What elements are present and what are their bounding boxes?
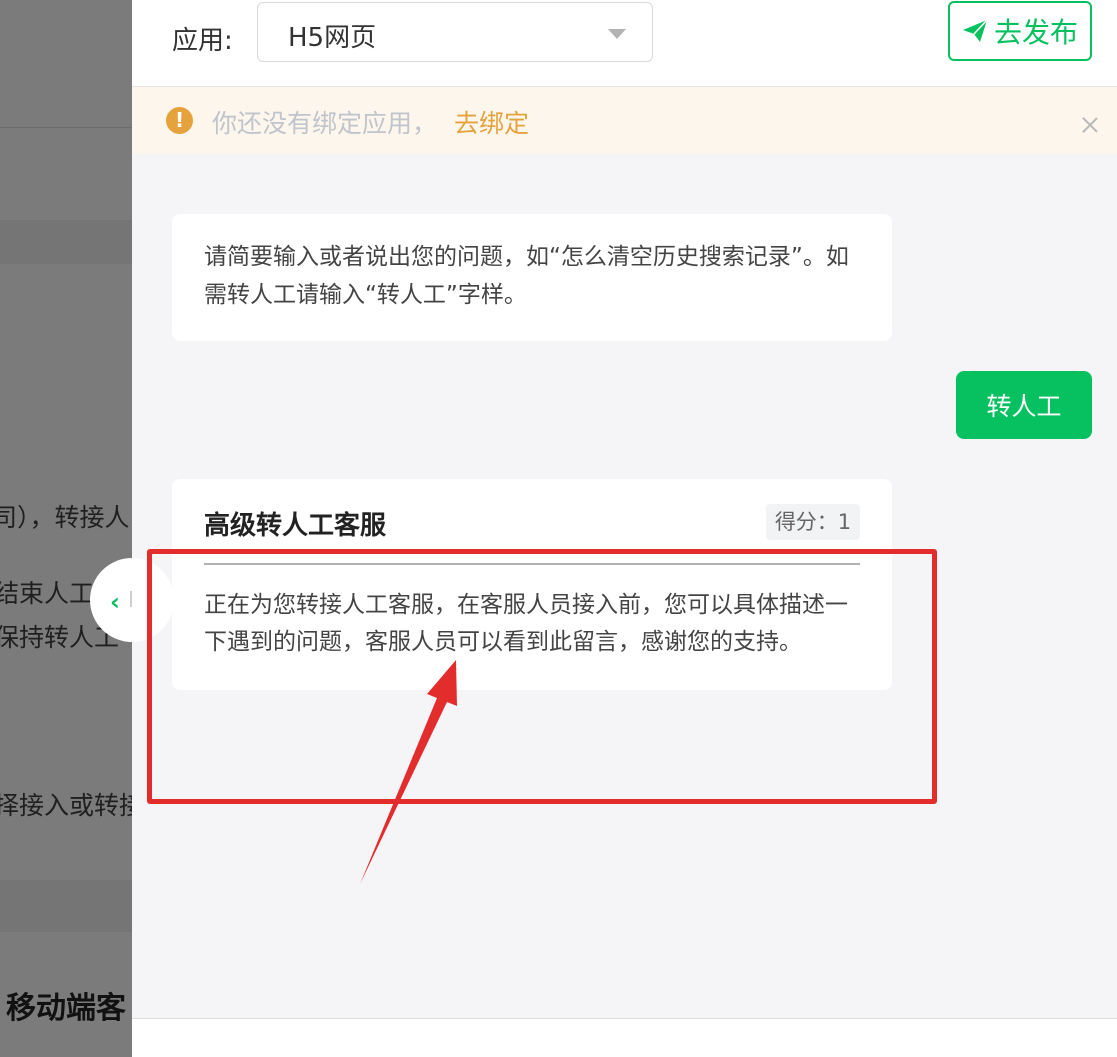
paper-plane-icon — [962, 19, 988, 42]
background-page: 司），转接人 结束人工 保持转人工 择接入或转接 移动端客 — [0, 0, 132, 1057]
background-text: 择接入或转接 — [0, 791, 132, 820]
app-select[interactable]: H5网页 — [257, 2, 653, 62]
exclamation-icon: ! — [166, 107, 193, 134]
bot-message: 请简要输入或者说出您的问题，如“怎么清空历史搜索记录”。如需转人工请输入“转人工… — [172, 214, 892, 341]
drawer-footer — [132, 1019, 1117, 1057]
background-band — [0, 220, 132, 264]
caret-down-icon — [608, 29, 626, 39]
publish-button[interactable]: 去发布 — [948, 1, 1092, 61]
bind-app-link[interactable]: 去绑定 — [454, 104, 529, 140]
user-message: 转人工 — [956, 371, 1092, 439]
preview-drawer: 应用: H5网页 去发布 ! 你还没有绑定应用， 去绑定 请简要输入或者说出您的… — [132, 0, 1117, 1057]
background-text: 结束人工 — [0, 579, 95, 608]
chevron-left-icon: ‹ — [110, 588, 120, 616]
publish-label: 去发布 — [993, 16, 1078, 49]
background-divider — [0, 127, 132, 128]
close-icon[interactable] — [1082, 117, 1098, 133]
background-section-title: 移动端客 — [6, 991, 126, 1026]
bot-message-text: 请简要输入或者说出您的问题，如“怎么清空历史搜索记录”。如需转人工请输入“转人工… — [204, 244, 849, 308]
bind-warning-alert: ! 你还没有绑定应用， 去绑定 — [132, 87, 1117, 154]
background-text: 司），转接人 — [0, 503, 130, 532]
warning-text: 你还没有绑定应用， — [212, 109, 438, 138]
card-title: 高级转人工客服 — [204, 511, 387, 541]
app-select-value: H5网页 — [288, 23, 377, 53]
app-label: 应用: — [172, 26, 233, 56]
annotation-highlight-box — [147, 549, 937, 804]
handle-grip — [130, 591, 132, 607]
background-band — [0, 880, 132, 932]
drawer-header: 应用: H5网页 去发布 — [132, 0, 1117, 87]
score-badge: 得分：1 — [766, 504, 860, 540]
